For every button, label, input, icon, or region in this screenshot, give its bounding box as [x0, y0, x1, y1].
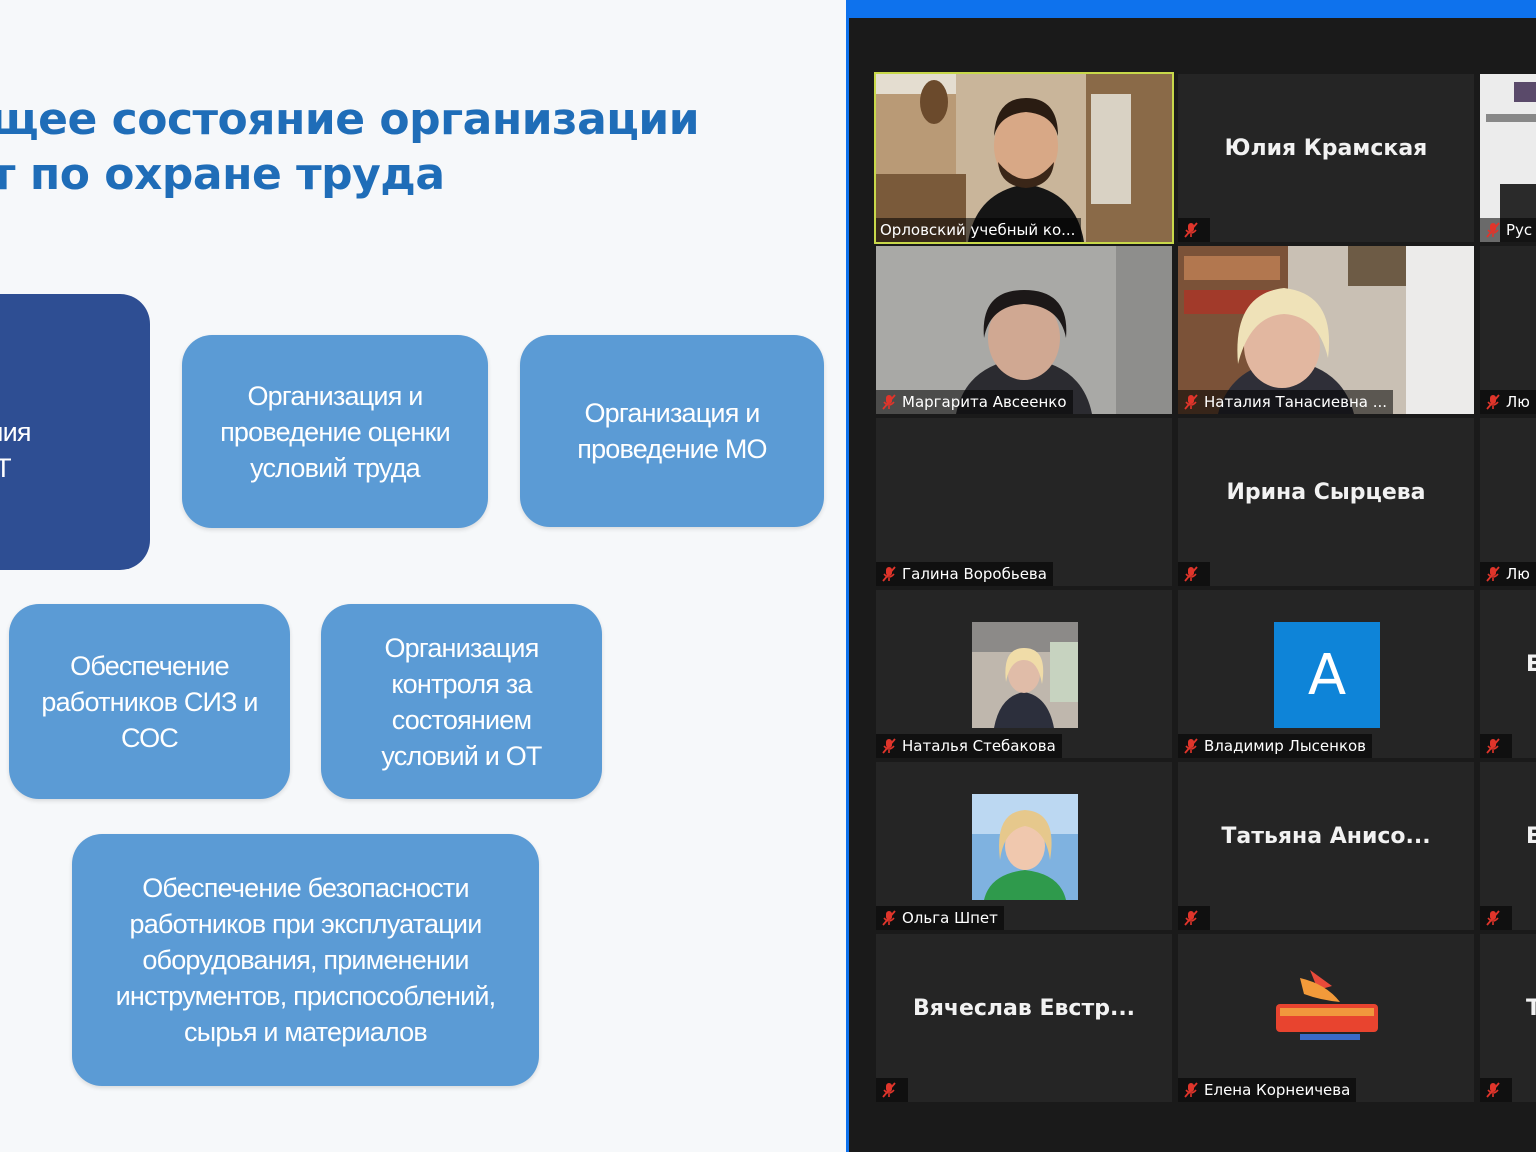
- participant-tile[interactable]: Наталия Танасиевна ...: [1178, 246, 1474, 414]
- mic-muted-icon: [882, 394, 896, 410]
- box-ppe: Обеспечение работников СИЗ и СОС: [9, 604, 290, 799]
- participant-label-text: Маргарита Авсеенко: [902, 393, 1067, 411]
- mic-muted-icon: [882, 566, 896, 582]
- participant-label: Маргарита Авсеенко: [876, 390, 1073, 414]
- mic-muted-icon: [1184, 222, 1198, 238]
- participant-name: Юлия Крамская: [1224, 136, 1428, 161]
- participant-label-text: Лю: [1506, 393, 1530, 411]
- mic-muted-icon: [1184, 910, 1198, 926]
- participant-tile[interactable]: Вячеслав Евстр...: [876, 934, 1172, 1102]
- participant-tile[interactable]: Рус: [1480, 74, 1536, 242]
- mic-muted-icon: [1184, 566, 1198, 582]
- mic-muted-icon: [1486, 738, 1500, 754]
- zoom-border: [846, 0, 849, 1152]
- participant-label: Лю: [1480, 390, 1536, 414]
- box-medical-text: Организация и проведение МО: [577, 398, 767, 464]
- participant-video: [1480, 74, 1536, 242]
- participant-label-text: Лю: [1506, 565, 1530, 583]
- participant-tile[interactable]: Т: [1480, 934, 1536, 1102]
- mic-muted-icon: [1486, 394, 1500, 410]
- zoom-gallery: Орловский учебный ко... Юлия Крамская Рус: [846, 0, 1536, 1152]
- participant-label: [1480, 734, 1512, 758]
- participant-label: Наталья Стебакова: [876, 734, 1062, 758]
- participant-label-text: Орловский учебный ко...: [880, 221, 1076, 239]
- participant-video: [876, 246, 1172, 414]
- participant-label-text: Владимир Лысенков: [1204, 737, 1367, 755]
- participant-label: Лю: [1480, 562, 1536, 586]
- participant-tile[interactable]: Татьяна Анисо...: [1178, 762, 1474, 930]
- box-assessment: Организация и проведение оценки условий …: [182, 335, 488, 528]
- box-equipment: Обеспечение безопасности работников при …: [72, 834, 539, 1086]
- participant-video: [1178, 246, 1474, 414]
- participant-tile[interactable]: Галина Воробьева: [876, 418, 1172, 586]
- mic-muted-icon: [1184, 1082, 1198, 1098]
- participant-name: Татьяна Анисо...: [1221, 824, 1431, 849]
- participant-label: [876, 1078, 908, 1102]
- mic-muted-icon: [1486, 910, 1500, 926]
- slide-title: щее состояние организации т по охране тр…: [0, 92, 700, 202]
- participant-label: [1480, 1078, 1512, 1102]
- participant-tile[interactable]: Елена Корнеичева: [1178, 934, 1474, 1102]
- box-control-text: Организация контроля за состоянием услов…: [381, 632, 542, 771]
- participant-tile[interactable]: Лю: [1480, 246, 1536, 414]
- participant-label-text: Ольга Шпет: [902, 909, 998, 927]
- participant-name: Е: [1526, 824, 1536, 849]
- participant-name: Вячеслав Евстр...: [912, 996, 1136, 1021]
- participant-label: Елена Корнеичева: [1178, 1078, 1357, 1102]
- participant-tile[interactable]: Ольга Шпет: [876, 762, 1172, 930]
- participant-tile[interactable]: Е: [1480, 590, 1536, 758]
- participant-avatar-letter: A: [1274, 622, 1380, 728]
- participant-label: [1178, 218, 1210, 242]
- box-training: ция и обучения в по ОТ: [0, 294, 150, 570]
- participant-tile[interactable]: A Владимир Лысенков: [1178, 590, 1474, 758]
- mic-muted-icon: [882, 1082, 896, 1098]
- slide-title-line-1: щее состояние организации: [0, 94, 700, 145]
- mic-muted-icon: [882, 738, 896, 754]
- participant-avatar: [972, 622, 1078, 728]
- participant-label: [1178, 906, 1210, 930]
- participant-label-text: Рус: [1506, 221, 1533, 239]
- participant-label-text: Наталия Танасиевна ...: [1204, 393, 1388, 411]
- box-training-text: ция и обучения в по ОТ: [0, 417, 31, 483]
- box-control: Организация контроля за состоянием услов…: [321, 604, 602, 799]
- zoom-top-bar: [846, 0, 1536, 18]
- participant-tile[interactable]: Наталья Стебакова: [876, 590, 1172, 758]
- participant-tile[interactable]: Юлия Крамская: [1178, 74, 1474, 242]
- participant-label: [1178, 562, 1210, 586]
- participant-label: Наталия Танасиевна ...: [1178, 390, 1394, 414]
- mic-muted-icon: [1184, 738, 1198, 754]
- participant-avatar: [972, 794, 1078, 900]
- box-ppe-text: Обеспечение работников СИЗ и СОС: [41, 650, 258, 753]
- box-medical: Организация и проведение МО: [520, 335, 824, 527]
- box-equipment-text: Обеспечение безопасности работников при …: [115, 873, 497, 1047]
- participant-label-text: Галина Воробьева: [902, 565, 1047, 583]
- participant-label-text: Елена Корнеичева: [1204, 1081, 1351, 1099]
- participant-tile[interactable]: Лю: [1480, 418, 1536, 586]
- participant-tile[interactable]: Орловский учебный ко...: [874, 72, 1174, 244]
- participant-label: Владимир Лысенков: [1178, 734, 1373, 758]
- participant-label: Орловский учебный ко...: [876, 218, 1082, 242]
- shared-slide: щее состояние организации т по охране тр…: [0, 0, 846, 1152]
- mic-muted-icon: [1486, 222, 1500, 238]
- mic-muted-icon: [882, 910, 896, 926]
- mic-muted-icon: [1184, 394, 1198, 410]
- participant-video: [876, 74, 1172, 242]
- participant-tile[interactable]: Ирина Сырцева: [1178, 418, 1474, 586]
- mic-muted-icon: [1486, 1082, 1500, 1098]
- participant-name: Ирина Сырцева: [1226, 480, 1426, 505]
- participant-tile[interactable]: Маргарита Авсеенко: [876, 246, 1172, 414]
- participant-label: Рус: [1480, 218, 1536, 242]
- participant-logo: [1276, 970, 1378, 1040]
- participant-name: Е: [1526, 652, 1536, 677]
- participant-label-text: Наталья Стебакова: [902, 737, 1056, 755]
- box-assessment-text: Организация и проведение оценки условий …: [220, 380, 451, 483]
- participant-label: Галина Воробьева: [876, 562, 1053, 586]
- mic-muted-icon: [1486, 566, 1500, 582]
- participant-label: [1480, 906, 1512, 930]
- participant-label: Ольга Шпет: [876, 906, 1004, 930]
- participant-name: Т: [1526, 996, 1536, 1021]
- participant-tile[interactable]: Е: [1480, 762, 1536, 930]
- slide-title-line-2: т по охране труда: [0, 149, 445, 200]
